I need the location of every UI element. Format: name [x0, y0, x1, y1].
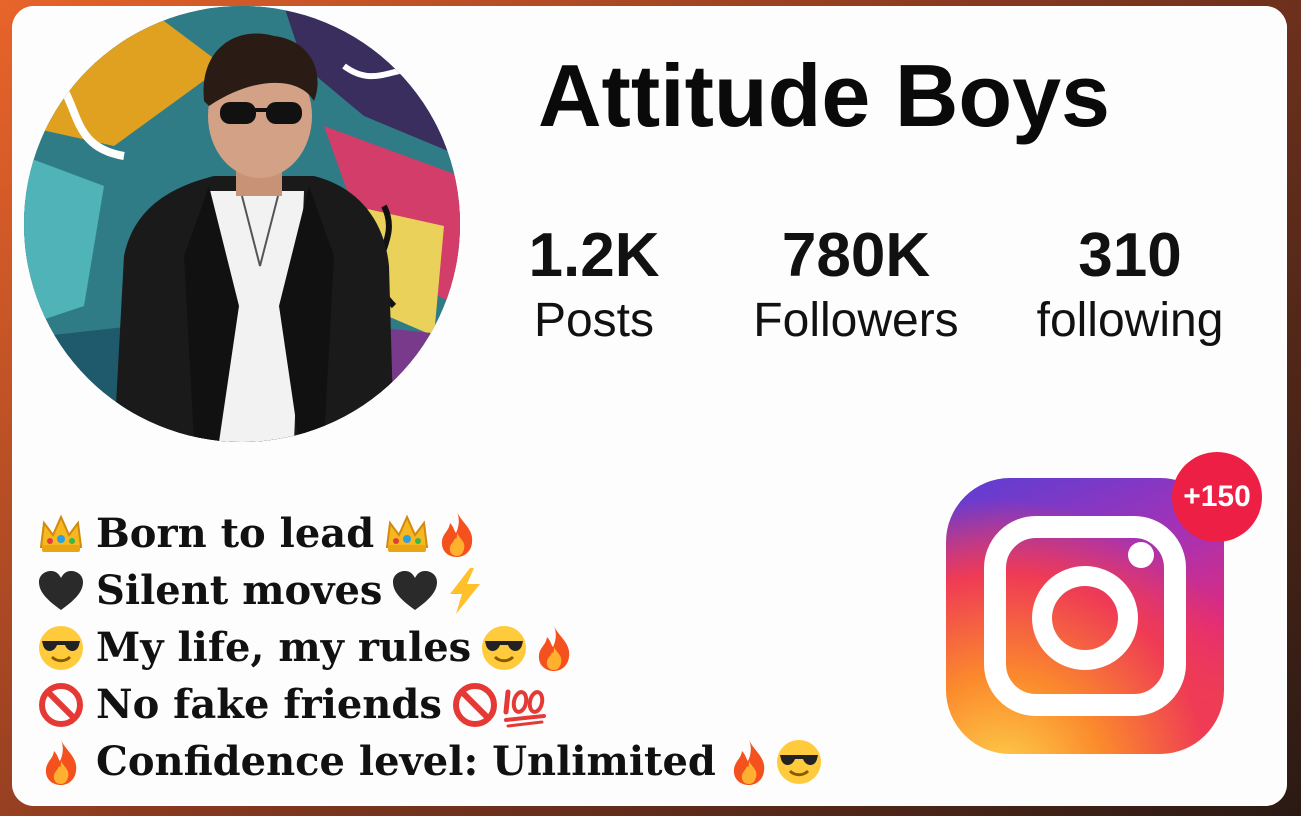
profile-photo-icon [24, 6, 460, 442]
bio-line: Confidence level: Unlimited [36, 733, 916, 790]
fire-emoji-icon [724, 737, 774, 787]
sunglasses-emoji-icon [774, 737, 824, 787]
stat-posts-label: Posts [533, 294, 655, 347]
crown-emoji-icon [36, 509, 86, 559]
bio-line-text: Born to lead [96, 510, 375, 557]
no-entry-emoji-icon [36, 680, 86, 730]
bio-line: Born to lead [36, 505, 916, 562]
bio: Born to lead Silent moves My life, my ru… [36, 505, 916, 790]
bio-line-text: My life, my rules [96, 624, 472, 671]
stat-followers-value: 780K [781, 221, 931, 290]
bio-line: Silent moves [36, 562, 916, 619]
profile-name: Attitude Boys [538, 46, 1110, 145]
fire-emoji-icon [432, 509, 482, 559]
stat-followers[interactable]: 780K Followers [740, 222, 972, 352]
instagram-lens [1032, 566, 1138, 670]
bio-line: My life, my rules [36, 619, 916, 676]
avatar[interactable] [24, 6, 460, 442]
instagram-flash [1128, 542, 1154, 568]
sunglasses-emoji-icon [479, 623, 529, 673]
hundred-emoji-icon [500, 680, 550, 730]
bio-line: No fake friends [36, 676, 916, 733]
bio-line-text: No fake friends [96, 681, 442, 728]
stat-following-value: 310 [1078, 221, 1182, 290]
stat-following-label: following [1036, 294, 1224, 347]
stat-following[interactable]: 310 following [1020, 222, 1240, 352]
fire-emoji-icon [529, 623, 579, 673]
black-heart-emoji-icon [390, 566, 440, 616]
stat-posts-value: 1.2K [528, 221, 660, 290]
black-heart-emoji-icon [36, 566, 86, 616]
no-entry-emoji-icon [450, 680, 500, 730]
notification-badge[interactable]: +150 [1172, 452, 1262, 542]
stat-posts[interactable]: 1.2K Posts [510, 222, 678, 352]
stat-followers-label: Followers [753, 294, 959, 347]
bio-line-text: Silent moves [96, 567, 383, 614]
lightning-emoji-icon [440, 566, 490, 616]
bio-line-text: Confidence level: Unlimited [96, 738, 716, 785]
sunglasses-emoji-icon [36, 623, 86, 673]
fire-emoji-icon [36, 737, 86, 787]
crown-emoji-icon [382, 509, 432, 559]
